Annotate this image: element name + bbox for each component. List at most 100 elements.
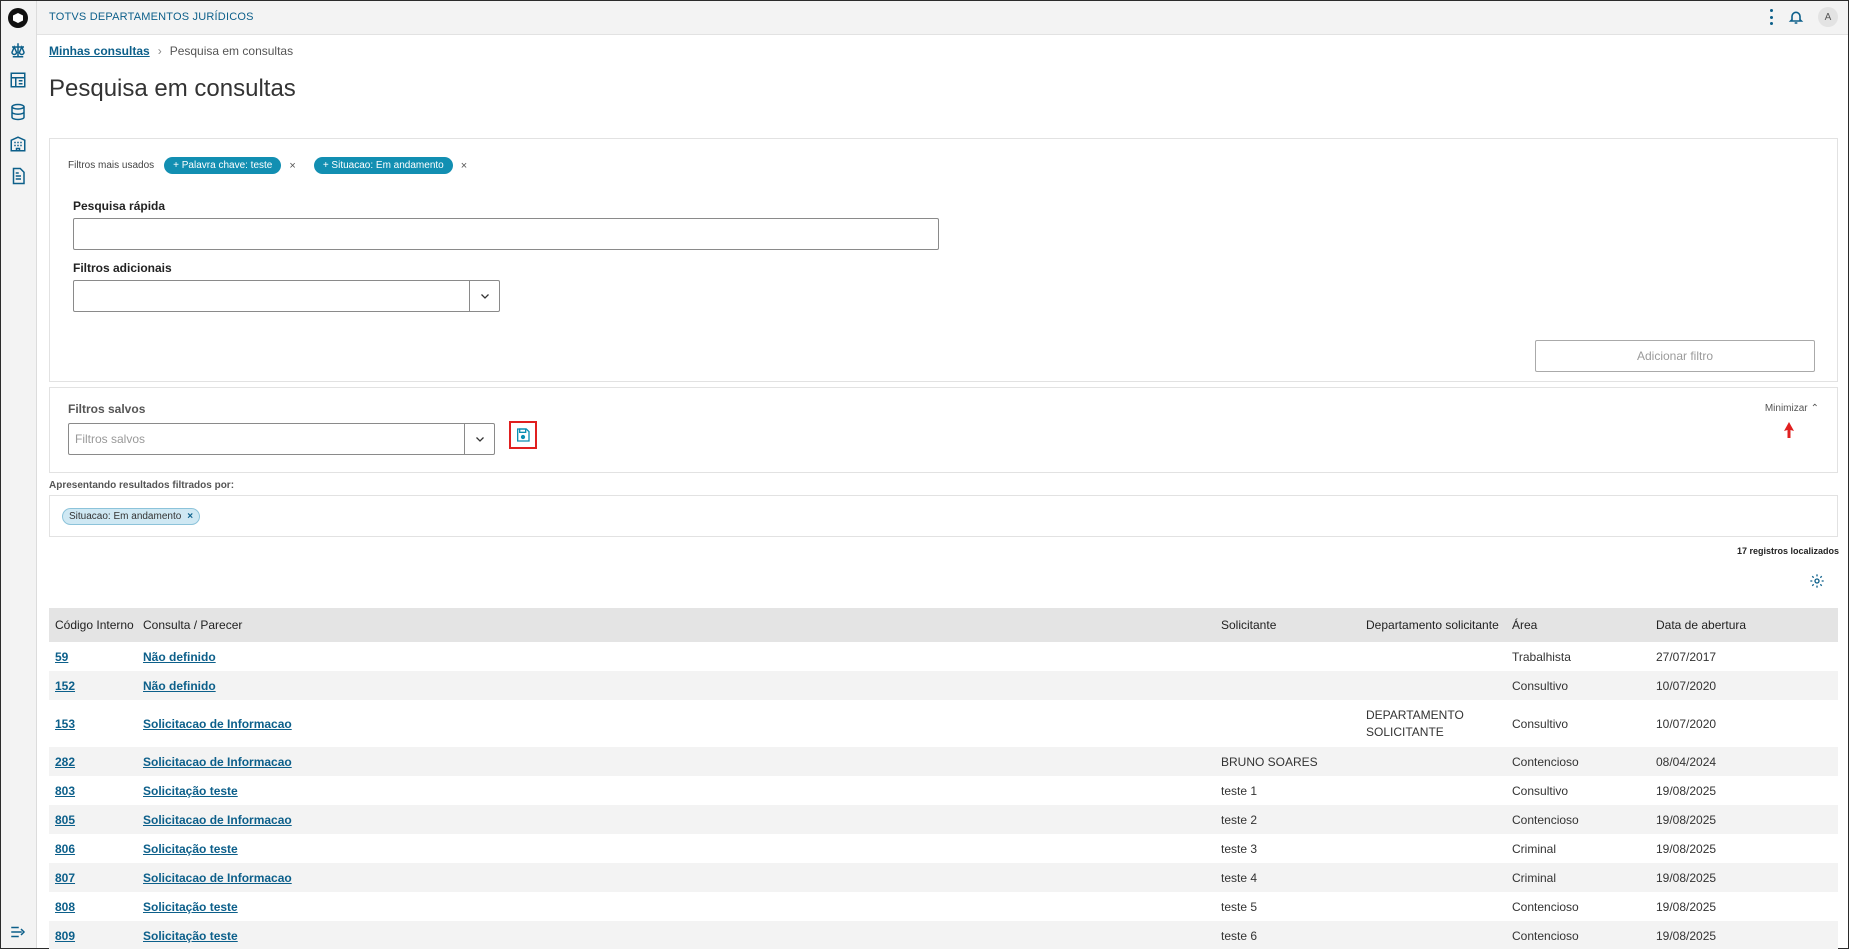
cell-data: 19/08/2025 bbox=[1656, 900, 1838, 914]
cell-codigo-link[interactable]: 803 bbox=[55, 784, 75, 798]
notification-bell-icon[interactable] bbox=[1788, 9, 1804, 25]
cell-data: 19/08/2025 bbox=[1656, 870, 1717, 885]
cell-codigo-link[interactable]: 153 bbox=[55, 717, 75, 731]
saved-filters-panel: Filtros salvos Filtros salvos Minimizar … bbox=[49, 387, 1838, 473]
cell-codigo-link[interactable]: 282 bbox=[55, 755, 75, 769]
chevron-down-icon[interactable] bbox=[469, 281, 499, 311]
cell-area: Criminal bbox=[1512, 842, 1656, 856]
breadcrumb-link-minhas-consultas[interactable]: Minhas consultas bbox=[49, 44, 150, 58]
cell-solicitante: teste 2 bbox=[1221, 813, 1366, 827]
cell-codigo-link[interactable]: 806 bbox=[55, 842, 75, 856]
quick-search-label: Pesquisa rápida bbox=[73, 199, 166, 213]
cell-codigo: 282 bbox=[49, 755, 143, 769]
cell-codigo: 153 bbox=[49, 717, 143, 731]
results-filter-label: Apresentando resultados filtrados por: bbox=[49, 480, 235, 491]
additional-filters-label: Filtros adicionais bbox=[73, 261, 172, 275]
cell-area: Contencioso bbox=[1512, 813, 1656, 827]
table-body: 59 Não definido Trabalhista 27/07/2017 152 Nã… bbox=[49, 642, 1838, 949]
cell-consulta-link[interactable]: Solicitacao de Informacao bbox=[143, 755, 292, 769]
red-arrow-annotation-icon bbox=[1784, 422, 1794, 438]
table-row: 807 Solicitacao de Informacao teste 4 Crimi… bbox=[49, 863, 1838, 892]
cell-solicitante: teste 5 bbox=[1221, 899, 1258, 914]
header-codigo[interactable]: Código Interno bbox=[49, 618, 143, 632]
scale-icon[interactable] bbox=[9, 41, 27, 59]
table-row: 282 Solicitacao de Informacao BRUNO SOARES… bbox=[49, 747, 1838, 776]
additional-filters-select[interactable] bbox=[73, 280, 500, 312]
cell-area: Criminal bbox=[1512, 870, 1557, 885]
save-icon bbox=[517, 428, 530, 442]
saved-filters-select[interactable]: Filtros salvos bbox=[68, 423, 495, 455]
cell-consulta: Solicitacao de Informacao bbox=[143, 755, 1221, 769]
cell-data: 19/08/2025 bbox=[1656, 929, 1838, 943]
building-icon[interactable] bbox=[9, 135, 27, 153]
cell-consulta-link[interactable]: Solicitacao de Informacao bbox=[143, 871, 292, 885]
header-area[interactable]: Área bbox=[1512, 618, 1656, 632]
cell-codigo-link[interactable]: 809 bbox=[55, 929, 75, 943]
active-filters-panel: Situacao: Em andamento × bbox=[49, 495, 1838, 537]
more-options-icon[interactable] bbox=[1770, 9, 1774, 25]
cell-consulta: Solicitacao de Informacao bbox=[143, 871, 1221, 885]
cell-consulta-link[interactable]: Solicitacao de Informacao bbox=[143, 813, 292, 827]
active-filter-chip[interactable]: Situacao: Em andamento × bbox=[62, 508, 201, 525]
cell-area: Contencioso bbox=[1512, 900, 1656, 914]
cell-codigo-link[interactable]: 805 bbox=[55, 813, 75, 827]
cell-data: 19/08/2025 bbox=[1656, 783, 1717, 798]
cell-data: 10/07/2020 bbox=[1656, 679, 1838, 693]
table-row: 806 Solicitação teste teste 3 Criminal 19/08… bbox=[49, 834, 1838, 863]
quick-search-input[interactable] bbox=[73, 218, 939, 250]
save-filter-button[interactable] bbox=[509, 421, 537, 449]
expand-menu-icon[interactable] bbox=[9, 923, 27, 941]
cell-consulta-link[interactable]: Solicitação teste bbox=[143, 900, 238, 914]
gear-icon[interactable] bbox=[1809, 573, 1825, 589]
header-departamento[interactable]: Departamento solicitante bbox=[1366, 618, 1512, 632]
cell-consulta-link[interactable]: Solicitação teste bbox=[143, 929, 238, 943]
header-data[interactable]: Data de abertura bbox=[1656, 618, 1838, 632]
cell-codigo: 59 bbox=[49, 650, 143, 664]
document-icon[interactable] bbox=[9, 167, 27, 185]
remove-chip-status-icon[interactable]: × bbox=[461, 160, 467, 172]
chevron-down-icon[interactable] bbox=[464, 424, 494, 454]
cell-codigo-link[interactable]: 59 bbox=[55, 650, 68, 664]
cell-codigo-link[interactable]: 808 bbox=[55, 900, 75, 914]
cell-area: Contencioso bbox=[1512, 899, 1579, 914]
cell-data: 19/08/2025 bbox=[1656, 841, 1717, 856]
cell-codigo: 809 bbox=[49, 929, 143, 943]
cell-departamento: DEPARTAMENTO SOLICITANTE bbox=[1366, 707, 1512, 741]
avatar[interactable]: A bbox=[1818, 7, 1838, 27]
table-row: 808 Solicitação teste teste 5 Contencioso 19… bbox=[49, 892, 1838, 921]
close-icon[interactable]: × bbox=[187, 511, 193, 522]
cell-consulta-link[interactable]: Solicitação teste bbox=[143, 784, 238, 798]
totvs-logo-icon[interactable] bbox=[8, 8, 28, 28]
cell-solicitante: teste 3 bbox=[1221, 842, 1366, 856]
filter-chip-keyword[interactable]: + Palavra chave: teste bbox=[164, 157, 282, 174]
minimize-toggle[interactable]: Minimizar ⌃ bbox=[1765, 403, 1819, 414]
cell-codigo-link[interactable]: 807 bbox=[55, 871, 75, 885]
sidebar bbox=[1, 1, 37, 948]
remove-chip-keyword-icon[interactable]: × bbox=[289, 160, 295, 172]
add-filter-button[interactable]: Adicionar filtro bbox=[1535, 340, 1815, 372]
most-used-filters-label: Filtros mais usados bbox=[68, 160, 155, 171]
cell-codigo: 803 bbox=[49, 784, 143, 798]
filter-chip-status[interactable]: + Situacao: Em andamento bbox=[313, 157, 453, 174]
cell-area: Contencioso bbox=[1512, 812, 1579, 827]
cell-area: Consultivo bbox=[1512, 783, 1569, 798]
header-consulta[interactable]: Consulta / Parecer bbox=[143, 618, 1221, 632]
cell-codigo-link[interactable]: 152 bbox=[55, 679, 75, 693]
cell-solicitante: teste 6 bbox=[1221, 929, 1366, 943]
cell-departamento: DEPARTAMENTO SOLICITANTE bbox=[1366, 707, 1464, 739]
cell-consulta-link[interactable]: Solicitação teste bbox=[143, 842, 238, 856]
minimize-label: Minimizar bbox=[1764, 403, 1808, 414]
table-row: 153 Solicitacao de Informacao DEPARTAMENTO… bbox=[49, 700, 1838, 747]
cell-consulta-link[interactable]: Não definido bbox=[143, 650, 216, 664]
cell-consulta: Solicitacao de Informacao bbox=[143, 813, 1221, 827]
database-icon[interactable] bbox=[9, 103, 27, 121]
cell-area: Trabalhista bbox=[1512, 649, 1571, 664]
dashboard-icon[interactable] bbox=[9, 71, 27, 89]
cell-data: 27/07/2017 bbox=[1656, 649, 1717, 664]
cell-consulta-link[interactable]: Não definido bbox=[143, 679, 216, 693]
saved-filters-placeholder: Filtros salvos bbox=[75, 432, 146, 446]
cell-consulta-link[interactable]: Solicitacao de Informacao bbox=[143, 717, 292, 731]
cell-solicitante: teste 6 bbox=[1221, 928, 1258, 943]
saved-filters-title: Filtros salvos bbox=[68, 402, 146, 416]
header-solicitante[interactable]: Solicitante bbox=[1221, 618, 1366, 632]
